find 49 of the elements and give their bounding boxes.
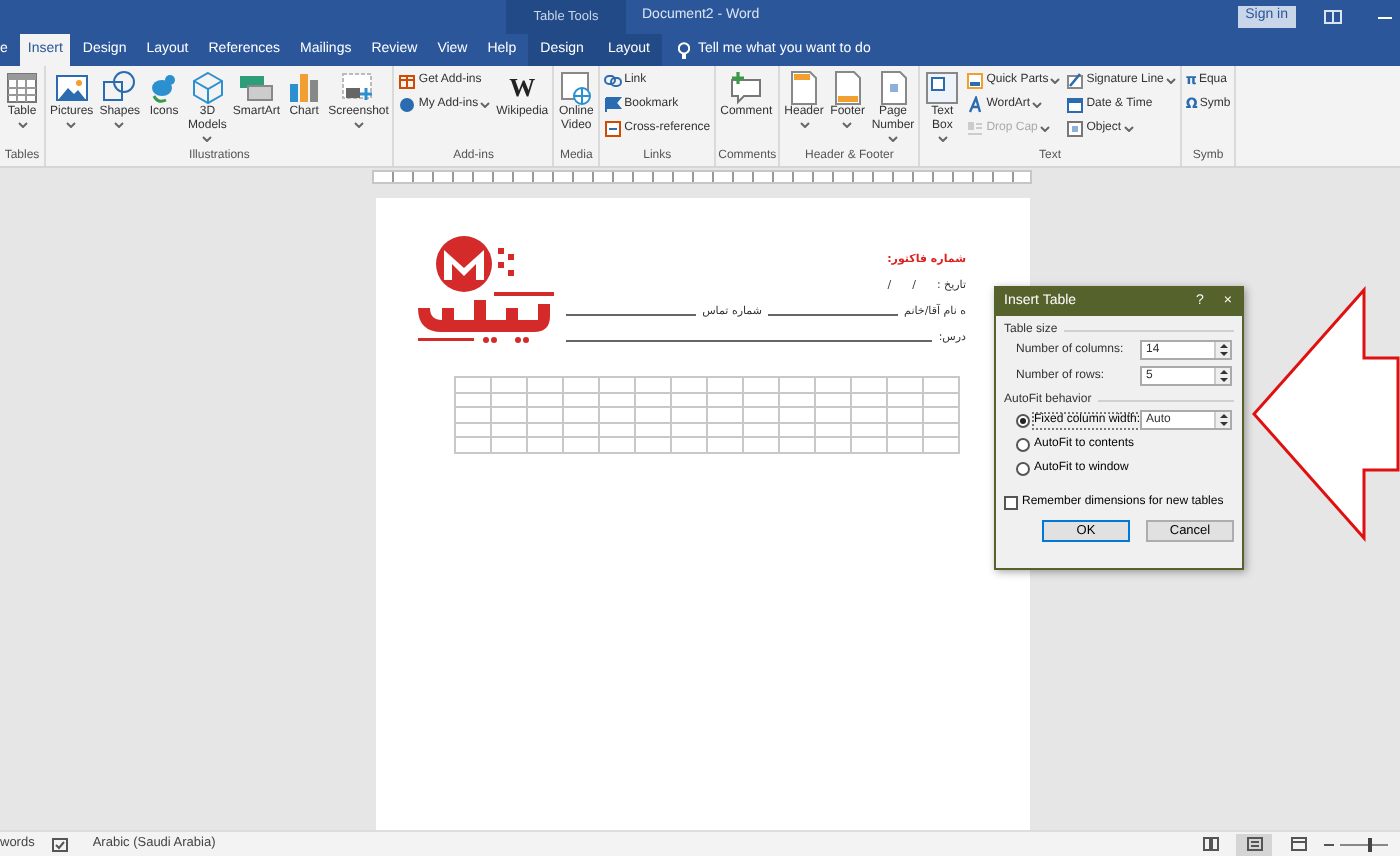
radio-button[interactable] [1016, 461, 1030, 476]
caret-icon [1165, 78, 1176, 84]
spin-down-icon[interactable] [1219, 378, 1227, 383]
caret-icon [114, 121, 125, 128]
radio-button[interactable] [1016, 413, 1030, 428]
spin-down-icon[interactable] [1219, 352, 1227, 357]
shapes-icon [101, 70, 138, 106]
caret-icon [353, 121, 364, 128]
caret-icon [842, 121, 853, 128]
spin-down-icon[interactable] [1219, 422, 1227, 427]
caret-icon [937, 135, 948, 142]
cross-reference-icon [604, 120, 623, 138]
zoom-out-icon[interactable] [1324, 839, 1334, 849]
caret-icon [480, 102, 491, 108]
print-layout-icon [1245, 836, 1263, 852]
add-in-icon [398, 96, 417, 114]
caret-icon [202, 135, 213, 142]
caret-icon [66, 121, 77, 128]
caret-icon [1032, 102, 1043, 108]
object-icon [1066, 120, 1085, 138]
ruler[interactable] [372, 170, 1032, 184]
spin-up-icon[interactable] [1219, 414, 1227, 419]
ribbon-display-icon[interactable] [1324, 10, 1342, 24]
store-icon [398, 72, 417, 90]
spin-up-icon[interactable] [1219, 344, 1227, 349]
read-mode-icon [1201, 836, 1219, 852]
web-layout-icon [1289, 836, 1307, 852]
view-button[interactable] [1236, 833, 1272, 855]
link-icon [604, 72, 623, 90]
proofing-icon[interactable] [52, 837, 69, 851]
caret-icon [1050, 78, 1061, 84]
spin-up-icon[interactable] [1219, 370, 1227, 375]
bar-chart-icon [286, 70, 323, 106]
quick-parts-icon [966, 72, 985, 90]
drop-cap-icon [966, 120, 985, 138]
zoom-slider-thumb[interactable] [1368, 837, 1373, 851]
calendar-icon [1066, 96, 1085, 114]
wordart-icon [966, 96, 985, 114]
caret-icon [17, 121, 27, 128]
flag-icon [604, 96, 623, 114]
wikipedia-glyph: W [509, 70, 536, 105]
cube-icon [189, 70, 226, 106]
signature-icon [1066, 72, 1085, 90]
radio-button[interactable] [1016, 437, 1030, 452]
lightbulb-icon[interactable] [677, 41, 690, 59]
caret-icon [1039, 126, 1050, 132]
caret-icon [888, 135, 899, 142]
caret-icon [799, 121, 809, 128]
caret-icon [1123, 126, 1134, 132]
